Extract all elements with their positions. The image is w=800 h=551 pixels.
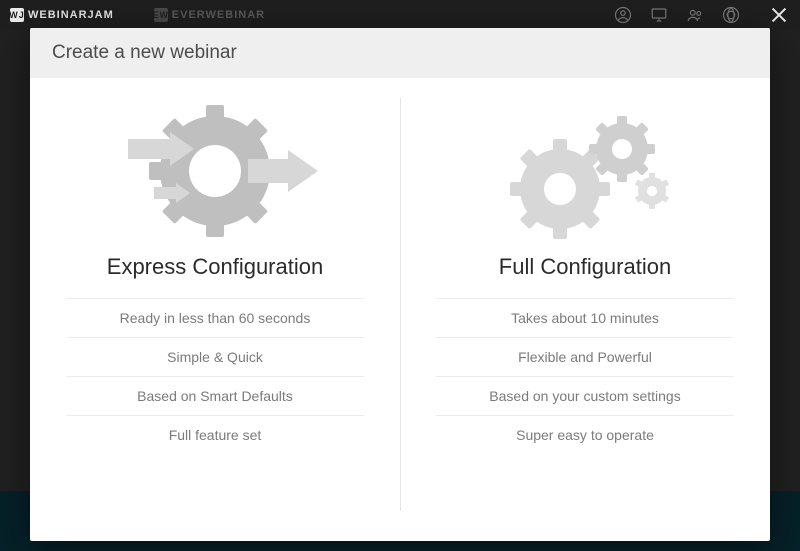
express-gear-arrows-icon [110, 96, 320, 246]
brand-everwebinar[interactable]: EW EVERWEBINAR [154, 8, 265, 22]
users-icon[interactable] [686, 6, 704, 24]
express-configuration-option[interactable]: Express Configuration Ready in less than… [30, 96, 400, 541]
profile-icon[interactable] [614, 6, 632, 24]
brand-webinarjam-label: WEBINARJAM [28, 9, 114, 21]
close-icon[interactable] [768, 4, 790, 26]
brand-webinarjam[interactable]: WJ WEBINARJAM [10, 8, 114, 22]
modal-body: Express Configuration Ready in less than… [30, 78, 770, 541]
full-gears-icon [480, 96, 690, 246]
list-item: Flexible and Powerful [436, 338, 734, 377]
list-item: Ready in less than 60 seconds [66, 298, 364, 338]
list-item: Simple & Quick [66, 338, 364, 377]
nav-icons [614, 4, 790, 26]
vertical-divider [400, 98, 401, 511]
list-item: Full feature set [66, 416, 364, 454]
list-item: Based on Smart Defaults [66, 377, 364, 416]
full-configuration-option[interactable]: Full Configuration Takes about 10 minute… [400, 96, 770, 541]
express-title: Express Configuration [107, 254, 323, 280]
modal-title: Create a new webinar [30, 28, 770, 78]
list-item: Takes about 10 minutes [436, 298, 734, 338]
monitor-icon[interactable] [650, 6, 668, 24]
full-feature-list: Takes about 10 minutes Flexible and Powe… [436, 298, 734, 454]
create-webinar-modal: Create a new webinar [30, 28, 770, 541]
list-item: Super easy to operate [436, 416, 734, 454]
express-feature-list: Ready in less than 60 seconds Simple & Q… [66, 298, 364, 454]
help-icon[interactable] [722, 6, 740, 24]
everwebinar-logo-icon: EW [154, 8, 168, 22]
full-title: Full Configuration [499, 254, 671, 280]
list-item: Based on your custom settings [436, 377, 734, 416]
brand-everwebinar-label: EVERWEBINAR [172, 9, 265, 21]
webinarjam-logo-icon: WJ [10, 8, 24, 22]
top-navbar: WJ WEBINARJAM EW EVERWEBINAR [0, 0, 800, 30]
